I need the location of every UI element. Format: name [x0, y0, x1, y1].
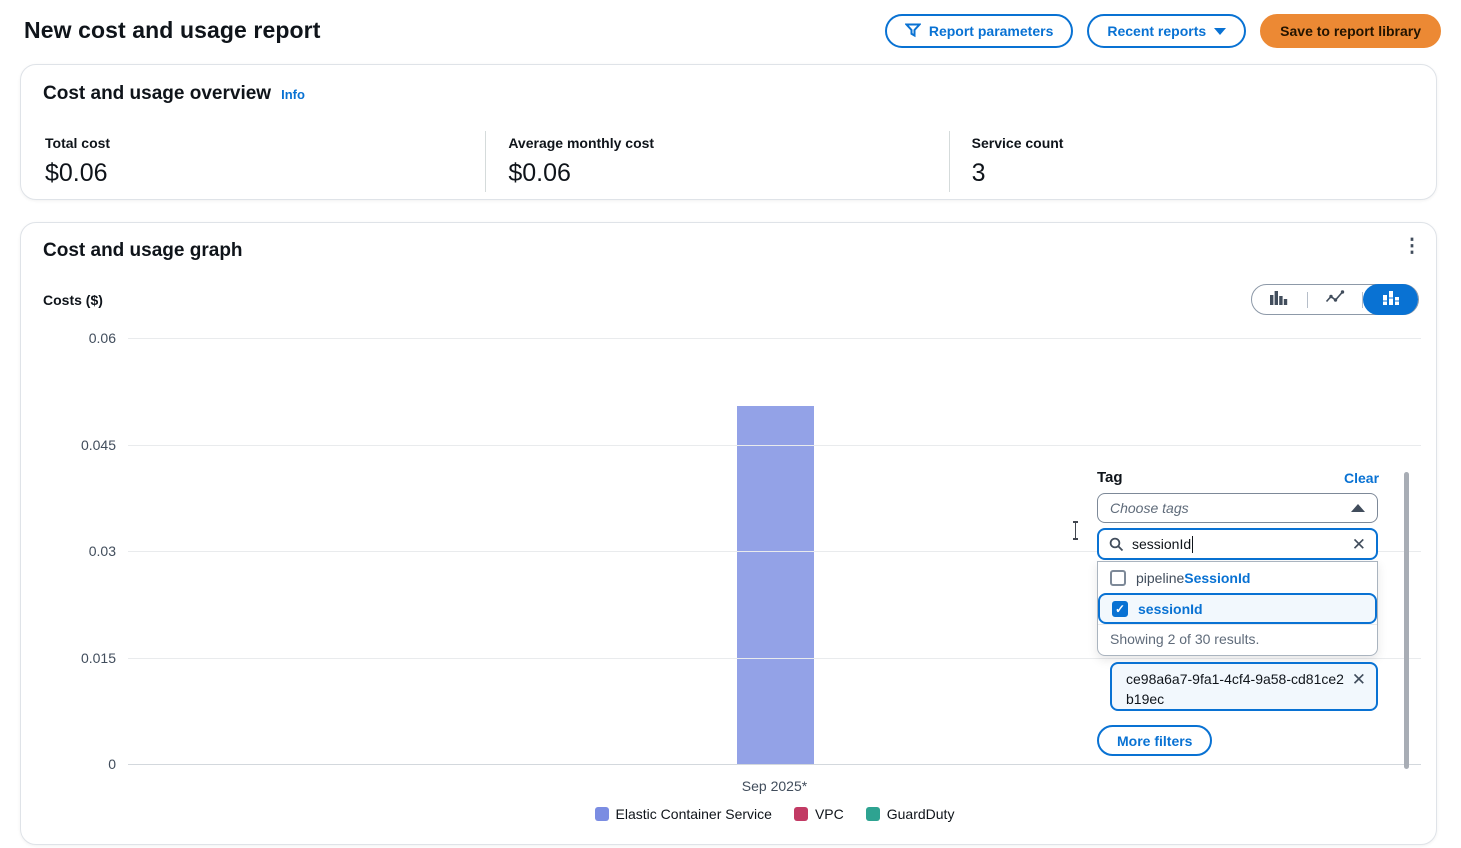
- line-chart-type-button[interactable]: [1308, 284, 1363, 315]
- chevron-up-icon: [1351, 504, 1365, 512]
- bar-chart-icon: [1269, 289, 1289, 310]
- cost-usage-overview-card: Cost and usage overview Info Total cost …: [20, 64, 1437, 200]
- token-value: ce98a6a7-9fa1-4cf4-9a58-cd81ce2b19ec: [1126, 671, 1344, 707]
- chart-type-segmented-control: [1251, 284, 1419, 315]
- overview-title: Cost and usage overview: [43, 83, 272, 104]
- y-tick-label: 0.03: [88, 543, 116, 559]
- y-tick-label: 0: [108, 756, 116, 772]
- metric-value: 3: [971, 159, 986, 187]
- save-to-report-library-button[interactable]: Save to report library: [1260, 14, 1441, 48]
- text-cursor: [1071, 521, 1080, 540]
- y-tick-label: 0.045: [80, 436, 116, 453]
- info-link[interactable]: Info: [281, 87, 305, 102]
- kebab-menu-icon[interactable]: ⋮: [1402, 237, 1422, 256]
- x-tick-label: Sep 2025*: [741, 778, 808, 794]
- selected-tag-token: ce98a6a7-9fa1-4cf4-9a58-cd81ce2b19ec ✕: [1110, 662, 1378, 711]
- results-count-text: Showing 2 of 30 results.: [1098, 624, 1377, 655]
- option-label: pipelineSessionId: [1136, 569, 1251, 586]
- gridline: [128, 444, 1421, 446]
- clear-link[interactable]: Clear: [1344, 470, 1379, 486]
- clear-search-icon[interactable]: ✕: [1352, 536, 1366, 553]
- stacked-bar-chart-type-button[interactable]: [1363, 284, 1419, 315]
- save-label: Save to report library: [1280, 23, 1421, 39]
- metric-average-monthly-cost: Average monthly cost $0.06: [485, 131, 948, 192]
- metric-value: $0.06: [508, 159, 571, 187]
- overview-metrics: Total cost $0.06 Average monthly cost $0…: [45, 131, 1412, 192]
- y-tick-label: 0.06: [88, 330, 116, 346]
- more-filters-label: More filters: [1117, 732, 1193, 749]
- report-parameters-button[interactable]: Report parameters: [884, 14, 1074, 48]
- tag-search-input[interactable]: sessionId ✕: [1097, 528, 1378, 560]
- legend-label: VPC: [814, 806, 844, 822]
- line-chart-icon: [1325, 290, 1345, 309]
- metric-label: Service count: [971, 135, 1064, 151]
- search-input-value: sessionId: [1132, 535, 1194, 553]
- metric-total-cost: Total cost $0.06: [45, 131, 485, 192]
- tag-filter-label: Tag: [1097, 469, 1123, 486]
- legend-item[interactable]: VPC: [793, 806, 844, 822]
- search-icon: [1109, 537, 1124, 552]
- toolbar: Report parameters Recent reports Save to…: [884, 14, 1441, 48]
- metric-value: $0.06: [45, 159, 108, 187]
- option-pipelinesessionid[interactable]: pipelineSessionId: [1098, 562, 1377, 593]
- legend-label: Elastic Container Service: [615, 806, 772, 822]
- page: New cost and usage report Report paramet…: [0, 0, 1461, 848]
- stacked-bar-sep-2025[interactable]: [737, 406, 814, 764]
- filter-funnel-icon: [904, 22, 922, 41]
- chart-legend: Elastic Container Service VPC GuardDuty: [128, 806, 1421, 822]
- legend-swatch: [793, 807, 808, 821]
- bar-chart-type-button[interactable]: [1252, 284, 1307, 315]
- legend-swatch: [865, 807, 880, 821]
- recent-reports-button[interactable]: Recent reports: [1087, 14, 1247, 48]
- chevron-down-icon: [1214, 27, 1227, 35]
- tag-options-dropdown: pipelineSessionId ✓ sessionId Showing 2 …: [1097, 561, 1378, 656]
- metric-label: Total cost: [45, 135, 111, 151]
- metric-label: Average monthly cost: [508, 135, 655, 151]
- stacked-bar-chart-icon: [1381, 289, 1401, 310]
- page-title: New cost and usage report: [24, 17, 321, 43]
- more-filters-button[interactable]: More filters: [1097, 725, 1213, 756]
- check-icon: ✓: [1114, 601, 1126, 616]
- vertical-scrollbar[interactable]: [1404, 472, 1409, 769]
- y-axis-title: Costs ($): [43, 292, 103, 308]
- gridline: [128, 657, 1421, 659]
- remove-token-icon[interactable]: ✕: [1352, 671, 1366, 704]
- legend-item[interactable]: Elastic Container Service: [594, 806, 772, 822]
- graph-title: Cost and usage graph: [43, 240, 243, 261]
- gridline: [128, 764, 1421, 765]
- choose-tags-placeholder: Choose tags: [1110, 500, 1189, 516]
- checkbox-unchecked[interactable]: [1110, 569, 1126, 586]
- option-label: sessionId: [1138, 600, 1203, 617]
- recent-reports-label: Recent reports: [1107, 23, 1207, 39]
- option-sessionid[interactable]: ✓ sessionId: [1098, 593, 1377, 624]
- legend-label: GuardDuty: [886, 806, 955, 822]
- metric-service-count: Service count 3: [948, 131, 1412, 192]
- report-parameters-label: Report parameters: [928, 23, 1054, 39]
- gridline: [128, 338, 1421, 339]
- choose-tags-select[interactable]: Choose tags: [1097, 493, 1378, 523]
- legend-swatch: [594, 807, 609, 821]
- checkbox-checked[interactable]: ✓: [1112, 600, 1128, 617]
- legend-item[interactable]: GuardDuty: [865, 806, 955, 822]
- y-tick-label: 0.015: [80, 649, 116, 666]
